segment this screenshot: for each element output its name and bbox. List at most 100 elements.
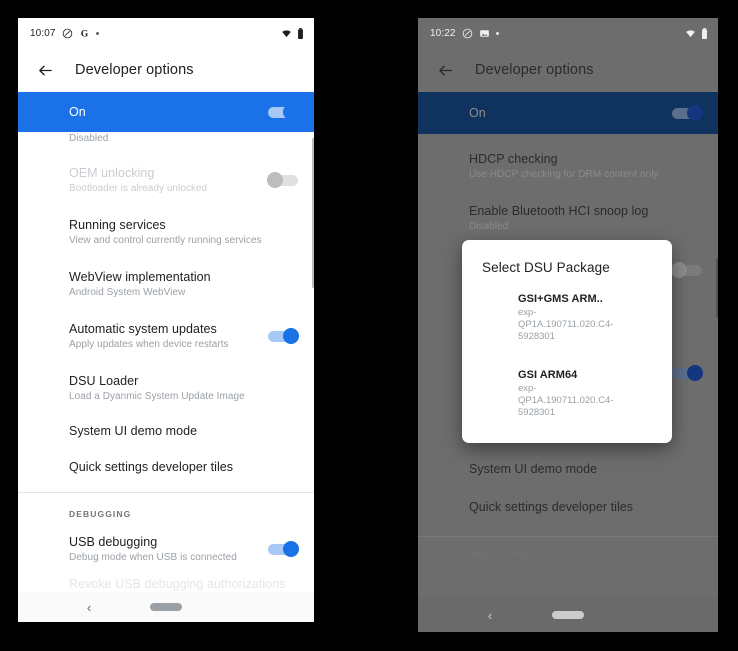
status-clock: 10:07: [30, 27, 56, 39]
back-arrow-icon[interactable]: [432, 57, 458, 83]
back-arrow-icon[interactable]: [32, 57, 58, 83]
list-item-summary: Debug mode when USB is connected: [69, 551, 237, 563]
list-item-quick-settings-developer-tiles[interactable]: Quick settings developer tiles: [418, 488, 718, 526]
dot-icon: [495, 31, 499, 35]
master-toggle-label: On: [69, 105, 86, 119]
left-status-bar: 10:07 G: [18, 18, 314, 48]
list-item-title: Quick settings developer tiles: [469, 500, 634, 514]
master-toggle-switch[interactable]: [672, 105, 703, 121]
dnd-circle-slash-icon: [62, 28, 73, 39]
obscured-row-switch[interactable]: [671, 262, 702, 278]
list-item-title: USB debugging: [69, 534, 158, 549]
list-item-summary: Load a Dyanmic System Update Image: [69, 390, 245, 402]
list-item-title: System UI demo mode: [469, 462, 598, 476]
switch-thumb: [283, 328, 299, 344]
switch-thumb: [283, 104, 299, 120]
list-item-hdcp-checking[interactable]: HDCP checking Use HDCP checking for DRM …: [418, 140, 718, 192]
list-item-summary: Apply updates when device restarts: [69, 338, 229, 350]
right-navigation-bar: ‹: [418, 598, 718, 632]
list-item-summary: Disabled: [69, 133, 109, 144]
svg-text:G: G: [80, 28, 88, 38]
right-status-right-group: [685, 27, 708, 39]
list-item[interactable]: Disabled: [18, 132, 314, 154]
right-status-left-group: 10:22: [430, 28, 499, 39]
oem-unlocking-switch[interactable]: [267, 172, 298, 188]
status-clock: 10:22: [430, 27, 456, 39]
google-g-icon: G: [79, 28, 90, 38]
switch-thumb: [267, 172, 283, 188]
list-item-texts: Disabled: [69, 132, 298, 146]
list-item-dsu-loader[interactable]: DSU Loader Load a Dyanmic System Update …: [18, 362, 314, 414]
list-item-title: OEM unlocking: [69, 165, 155, 180]
list-item-texts: Running services View and control curren…: [69, 217, 298, 248]
dialog-option-gsi-gms-arm[interactable]: GSI+GMS ARM.. exp-QP1A.190711.020.C4-592…: [462, 281, 672, 351]
dialog-option-title: GSI ARM64: [518, 369, 578, 381]
list-item-automatic-system-updates[interactable]: Automatic system updates Apply updates w…: [18, 310, 314, 362]
list-item-summary: Bootloader is already unlocked: [69, 182, 208, 194]
list-item-title: WebView implementation: [69, 269, 211, 284]
screenshot-image-icon: [479, 28, 490, 39]
list-item-system-ui-demo-mode[interactable]: System UI demo mode: [18, 414, 314, 448]
dialog-option-gsi-arm64[interactable]: GSI ARM64 exp-QP1A.190711.020.C4-5928301: [462, 351, 672, 427]
battery-icon: [701, 27, 708, 39]
developer-options-master-toggle-row[interactable]: On: [18, 92, 314, 132]
section-header-debugging: DEBUGGING: [69, 509, 132, 519]
list-item-texts: Enable Bluetooth HCI snoop log Disabled: [469, 203, 702, 234]
right-screen: 10:22 Developer options On HDCP checking…: [418, 18, 718, 632]
dnd-circle-slash-icon: [462, 28, 473, 39]
screenshot-stage: 10:07 G Developer options On Disabled OE…: [0, 0, 738, 651]
list-item-summary: Android System WebView: [69, 286, 186, 298]
page-title: Developer options: [75, 62, 194, 78]
list-item-title: Enable Bluetooth HCI snoop log: [469, 203, 649, 218]
usb-debugging-switch[interactable]: [268, 541, 299, 557]
left-status-left-group: 10:07 G: [30, 28, 99, 39]
list-item-summary: Use HDCP checking for DRM content only: [469, 168, 659, 180]
list-item-texts: Quick settings developer tiles: [69, 459, 298, 475]
master-toggle-label: On: [469, 106, 486, 120]
left-status-right-group: [281, 27, 304, 39]
right-app-bar: Developer options: [418, 48, 718, 92]
list-scrollbar[interactable]: [716, 258, 718, 318]
list-item-texts: System UI demo mode: [469, 461, 702, 477]
automatic-system-updates-switch[interactable]: [268, 328, 299, 344]
list-item-title: HDCP checking: [469, 151, 558, 166]
right-status-bar: 10:22: [418, 18, 718, 48]
nav-back-icon[interactable]: ‹: [488, 608, 492, 623]
nav-back-icon[interactable]: ‹: [87, 600, 91, 615]
list-item-texts: Automatic system updates Apply updates w…: [69, 321, 268, 352]
dot-icon: [95, 31, 99, 35]
list-item-texts: WebView implementation Android System We…: [69, 269, 298, 300]
automatic-system-updates-switch[interactable]: [672, 365, 703, 381]
developer-options-master-toggle-row[interactable]: On: [418, 92, 718, 134]
battery-icon: [297, 27, 304, 39]
list-item-title: DSU Loader: [69, 373, 139, 388]
list-item-title: Revoke USB debugging authorizations: [69, 577, 286, 591]
list-item-title: Running services: [69, 217, 166, 232]
list-item-usb-debugging[interactable]: USB debugging Debug mode when USB is con…: [18, 519, 314, 569]
nav-home-pill[interactable]: [552, 611, 584, 619]
left-settings-list: Disabled OEM unlocking Bootloader is alr…: [18, 132, 314, 599]
phone-screenshot-right: 10:22 Developer options On HDCP checking…: [418, 18, 718, 632]
master-toggle-switch[interactable]: [268, 104, 299, 120]
switch-thumb: [283, 541, 299, 557]
list-item-texts: Revoke USB debugging authorizations: [69, 576, 298, 592]
left-navigation-bar: ‹: [18, 592, 314, 622]
select-dsu-package-dialog: Select DSU Package GSI+GMS ARM.. exp-QP1…: [462, 240, 672, 443]
left-app-bar: Developer options: [18, 48, 314, 92]
list-item-oem-unlocking[interactable]: OEM unlocking Bootloader is already unlo…: [18, 154, 314, 206]
phone-screenshot-left: 10:07 G Developer options On Disabled OE…: [18, 18, 314, 622]
list-item-webview-implementation[interactable]: WebView implementation Android System We…: [18, 258, 314, 310]
list-item-running-services[interactable]: Running services View and control curren…: [18, 206, 314, 258]
list-item-title: Quick settings developer tiles: [69, 460, 234, 474]
list-item-title: Automatic system updates: [69, 321, 217, 336]
switch-thumb: [687, 105, 703, 121]
list-item-system-ui-demo-mode[interactable]: System UI demo mode: [418, 450, 718, 488]
list-item-summary: Disabled: [469, 220, 509, 232]
list-item-enable-bluetooth-hci-snoop-log[interactable]: Enable Bluetooth HCI snoop log Disabled: [418, 192, 718, 244]
wifi-icon: [281, 28, 292, 39]
nav-home-pill[interactable]: [150, 603, 182, 611]
switch-thumb: [687, 365, 703, 381]
list-item-quick-settings-developer-tiles[interactable]: Quick settings developer tiles: [18, 448, 314, 486]
list-scrollbar[interactable]: [312, 138, 314, 288]
list-item-texts: OEM unlocking Bootloader is already unlo…: [69, 165, 268, 196]
